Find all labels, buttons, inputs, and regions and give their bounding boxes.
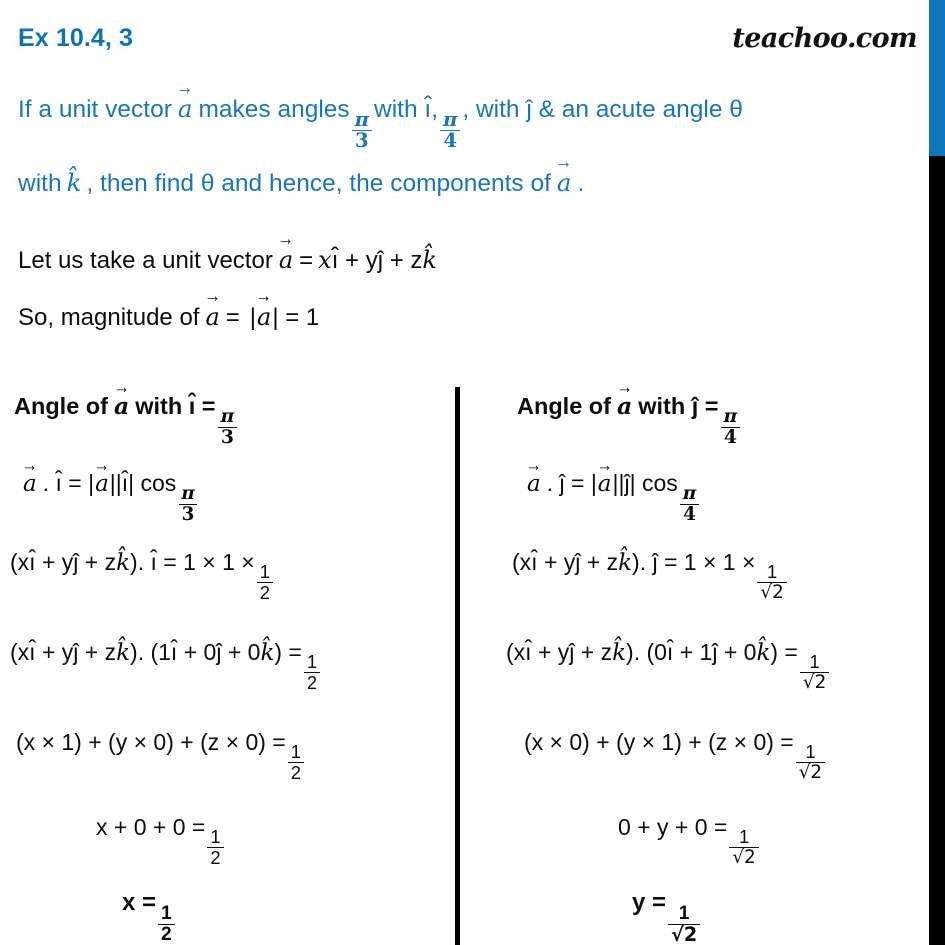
question-line-2: with k̂, then find θ and hence, the compo…	[18, 152, 918, 215]
statement-magnitude: So, magnitude ofa=|a| = 1	[18, 303, 319, 332]
k-hat-symbol: k̂	[116, 640, 131, 666]
fraction-one-half: 12	[256, 562, 273, 602]
statement2-equals: =	[225, 304, 240, 331]
right-edge-black-strip	[929, 156, 945, 945]
equation-text-b: ||ı̂| cos	[109, 470, 177, 496]
exercise-title: Ex 10.4, 3	[18, 23, 133, 52]
equation-text-b: ). (0ı̂ + 1ĵ + 0	[626, 639, 757, 665]
equation-text-a: x =	[122, 889, 157, 916]
fraction-pi-over-4: π4	[680, 484, 699, 524]
equation-expand-unit-vector: (xı̂ + yĵ + zk̂). (1ı̂ + 0ĵ + 0k̂) = 1 2	[0, 639, 452, 692]
equation-simplified-sum: 0 + y + 0 = 1 √2	[462, 814, 930, 867]
equation-text-b: ). (1ı̂ + 0ĵ + 0	[130, 639, 261, 665]
equation-text-a: (xı̂ + yĵ + z	[10, 639, 117, 665]
fraction-one-over-root-two: 1 √2	[668, 903, 701, 945]
vector-a-symbol: a	[204, 303, 220, 331]
equation-text-b: ). ı̂ = 1 × 1 ×	[130, 549, 255, 575]
statement1-components: ı̂ + yĵ + z	[331, 247, 423, 274]
heading-text-b: with ı̂ =	[135, 393, 216, 419]
statement2-part-f: | = 1	[272, 304, 320, 331]
fraction-one-over-root-two: 1 √2	[795, 742, 826, 782]
fraction-one-over-root-two: 1 √2	[757, 562, 787, 602]
vector-a-symbol: a	[597, 471, 613, 497]
statement1-part-a: Let us take a unit vector	[18, 247, 273, 274]
question-line-1: If a unit vectoramakes anglesπ3with ı̂,π…	[18, 78, 918, 152]
equation-componentwise-product: (x × 0) + (y × 1) + (z × 0) = 1 √2	[462, 729, 930, 782]
fraction-one-half: 12	[287, 742, 304, 782]
equation-text-a: y =	[632, 889, 667, 916]
vector-a-symbol: a	[256, 303, 272, 331]
equation-substitute-components: (xı̂ + yĵ + zk̂). ĵ = 1 × 1 × 1 √2	[462, 549, 930, 602]
fraction-one-half: 12	[158, 903, 175, 945]
equation-dot-product-definition: a. ı̂ = |a||ı̂| cosπ3	[0, 470, 452, 524]
k-hat-symbol: k̂	[422, 246, 437, 274]
equation-text-a: 0 + y + 0 =	[618, 814, 728, 840]
question-line1-part-d: with ı̂,	[374, 96, 439, 123]
fraction-pi-over-4: π4	[440, 109, 460, 152]
statement1-equals: =	[299, 247, 314, 274]
equation-text-b: ). ĵ = 1 × 1 ×	[632, 549, 756, 575]
k-hat-symbol: k̂	[618, 550, 633, 576]
equation-text-a: (xı̂ + yĵ + z	[506, 639, 613, 665]
equation-text-b: ||ĵ| cos	[612, 470, 678, 496]
equation-componentwise-product: (x × 1) + (y × 0) + (z × 0) = 1 2	[0, 729, 452, 782]
heading-text-b: with ĵ =	[638, 393, 719, 419]
vector-a-symbol: a	[94, 471, 110, 497]
fraction-one-over-root-two: 1 √2	[729, 827, 759, 867]
equation-text-a: (x × 1) + (y × 0) + (z × 0) =	[16, 729, 286, 755]
fraction-pi-over-4: π4	[720, 407, 741, 447]
vector-a-symbol: a	[22, 471, 38, 497]
question-line1-part-c: makes angles	[198, 96, 350, 123]
vector-a-symbol: a	[113, 392, 130, 420]
right-edge-blue-strip	[929, 0, 945, 156]
equation-simplified-sum: x + 0 + 0 = 1 2	[0, 814, 452, 867]
variable-x: x	[318, 246, 332, 274]
vector-a-symbol: a	[278, 246, 294, 274]
page-header: Ex 10.4, 3 teachoo.com	[18, 18, 918, 58]
statement2-part-a: So, magnitude of	[18, 304, 200, 331]
heading-text-a: Angle of	[517, 393, 611, 419]
fraction-one-over-root-two: 1 √2	[799, 652, 830, 692]
equation-result-x: x = 1 2	[0, 889, 452, 945]
question-line2-part-c: , then find θ and hence, the components …	[86, 169, 551, 197]
k-hat-symbol: k̂	[260, 640, 275, 666]
equation-text-a: (xı̂ + yĵ + z	[10, 549, 117, 575]
fraction-one-half: 12	[207, 827, 224, 867]
fraction-pi-over-3: π3	[352, 109, 372, 152]
equation-text-a: x + 0 + 0 =	[96, 814, 206, 840]
k-hat-symbol: k̂	[116, 550, 131, 576]
question-line1-part-a: If a unit vector	[18, 96, 172, 123]
question-line1-part-e: , with ĵ & an acute angle θ	[462, 96, 743, 123]
vector-a-symbol: a	[526, 471, 542, 497]
equation-text-a: (x × 0) + (y × 1) + (z × 0) =	[524, 729, 794, 755]
column-divider	[455, 387, 460, 945]
equation-result-y: y = 1 √2	[462, 889, 930, 945]
equation-text-a: . ĵ = |	[546, 470, 597, 496]
fraction-one-half: 12	[303, 652, 321, 692]
teachoo-brand-logo: teachoo.com	[732, 22, 917, 54]
equation-expand-unit-vector: (xı̂ + yĵ + zk̂). (0ı̂ + 1ĵ + 0k̂) = 1 √2	[462, 639, 930, 692]
question-text: If a unit vectoramakes anglesπ3with ı̂,π…	[18, 78, 918, 215]
k-hat-symbol: k̂	[612, 640, 627, 666]
vector-a-symbol: a	[616, 392, 633, 420]
page-canvas: Ex 10.4, 3 teachoo.com If a unit vector a…	[0, 0, 945, 945]
question-line2-part-e: .	[577, 169, 585, 197]
fraction-pi-over-3: π3	[217, 407, 238, 447]
question-line2-part-a: with	[18, 169, 62, 197]
equation-text-a: . ı̂ = |	[42, 470, 95, 496]
vector-a-symbol: a	[177, 94, 194, 123]
equation-text-c: ) =	[274, 639, 302, 665]
k-hat-symbol: k̂	[66, 167, 82, 197]
equation-dot-product-definition: a. ĵ = |a||ĵ| cosπ4	[462, 470, 930, 524]
heading-text-a: Angle of	[14, 393, 108, 419]
statement-unit-vector: Let us take a unit vectora=xı̂ + yĵ + zk…	[18, 246, 437, 275]
equation-text-a: (xı̂ + yĵ + z	[512, 549, 619, 575]
equation-substitute-components: (xı̂ + yĵ + zk̂). ı̂ = 1 × 1 × 1 2	[0, 549, 452, 602]
column-heading-angle-with-j: Angle ofawith ĵ =π4	[462, 392, 930, 448]
column-heading-angle-with-i: Angle ofawith ı̂ =π3	[0, 392, 452, 448]
vector-a-symbol: a	[556, 168, 573, 197]
k-hat-symbol: k̂	[756, 640, 771, 666]
fraction-pi-over-3: π3	[178, 484, 198, 524]
equation-text-c: ) =	[770, 639, 798, 665]
